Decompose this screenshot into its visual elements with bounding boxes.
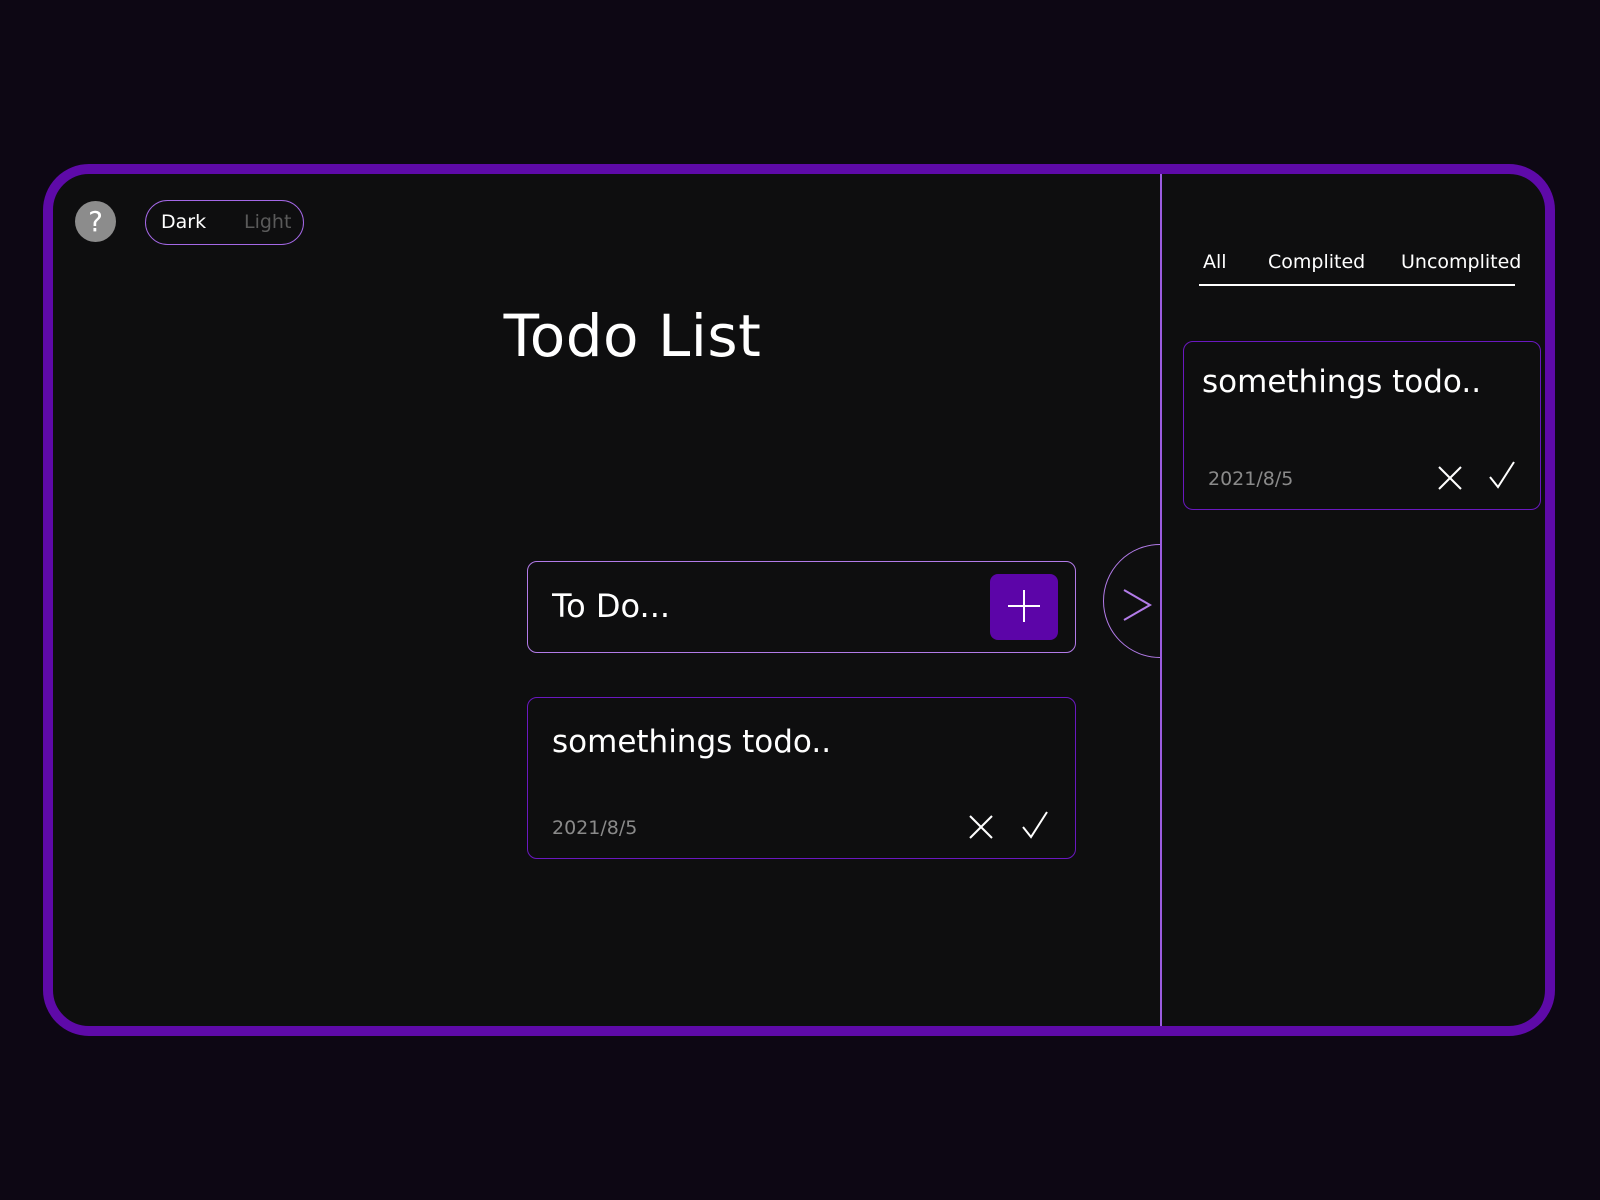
help-button[interactable]: ? (75, 201, 116, 242)
tab-uncompleted[interactable]: Uncomplited (1401, 251, 1521, 273)
theme-toggle[interactable]: Dark Light (145, 200, 304, 245)
side-todo-card-date: 2021/8/5 (1208, 468, 1294, 490)
page-title: Todo List (503, 302, 762, 370)
app-window: ? Dark Light Todo List somethings todo..… (43, 164, 1555, 1036)
check-icon[interactable] (1486, 459, 1518, 491)
todo-card-date: 2021/8/5 (552, 817, 638, 839)
filter-tabs: All Complited Uncomplited (1199, 246, 1521, 286)
todo-card-text: somethings todo.. (552, 724, 832, 760)
todo-input[interactable] (552, 584, 972, 628)
check-icon[interactable] (1019, 809, 1051, 841)
close-icon[interactable] (1434, 462, 1466, 494)
panel-edge-mask (1162, 534, 1222, 674)
chevron-right-icon[interactable] (1120, 586, 1154, 624)
todo-input-container (527, 561, 1076, 653)
side-todo-card-text: somethings todo.. (1202, 364, 1482, 400)
tab-all[interactable]: All (1203, 251, 1227, 273)
tab-completed[interactable]: Complited (1268, 251, 1365, 273)
add-todo-button[interactable] (990, 574, 1058, 640)
question-icon: ? (88, 204, 103, 238)
panel-divider (1160, 174, 1162, 1026)
theme-option-dark[interactable]: Dark (161, 211, 206, 233)
plus-icon (1008, 589, 1040, 622)
close-icon[interactable] (965, 811, 997, 843)
theme-option-light[interactable]: Light (244, 211, 291, 233)
todo-card: somethings todo.. 2021/8/5 (527, 697, 1076, 859)
side-todo-card: somethings todo.. 2021/8/5 (1183, 341, 1541, 510)
